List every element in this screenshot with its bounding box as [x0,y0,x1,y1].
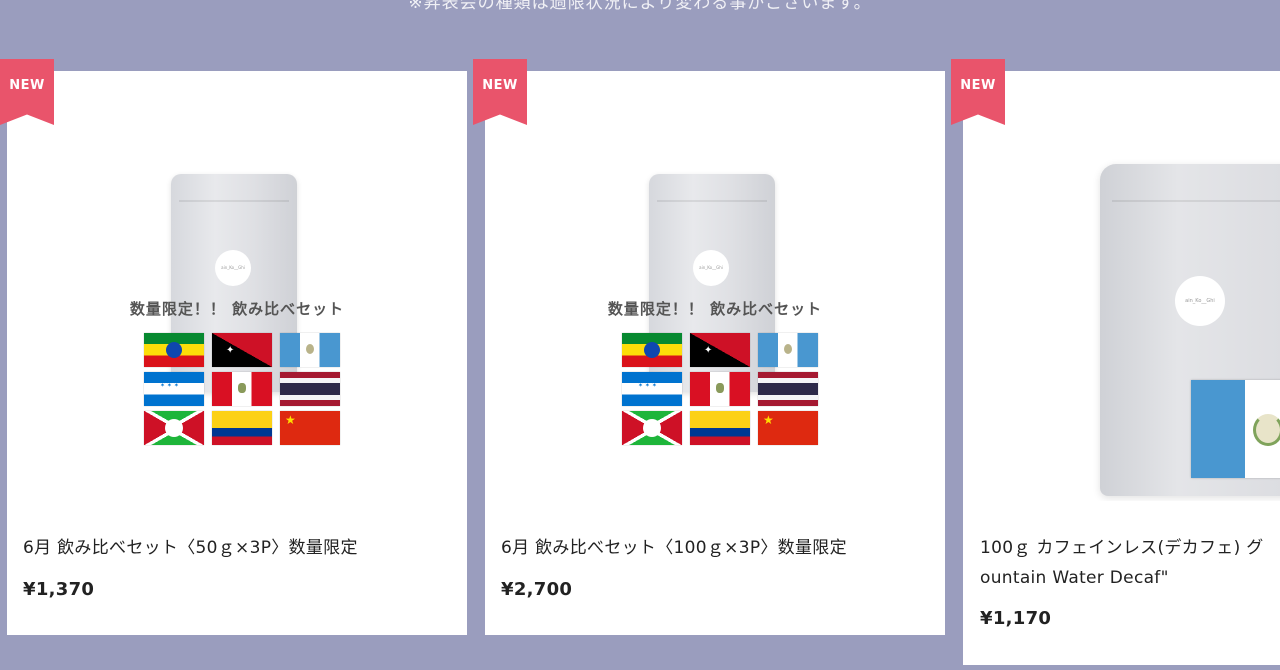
bag-logo: ain_Ko__Ghi [1175,276,1225,326]
honduras-flag [144,372,204,406]
product-name-link[interactable]: 6月 飲み比べセット〈100ｇ×3P〉数量限定 [501,533,935,563]
china-flag [280,411,340,445]
peru-flag [212,372,272,406]
bag-logo: ain_Ko__Ghi [693,250,729,286]
ethiopia-flag [622,333,682,367]
product-name-link[interactable]: 6月 飲み比べセット〈50ｇ×3P〉数量限定 [23,533,457,563]
image-set-title: 数量限定！！ 飲み比べセット [129,300,345,318]
peru-flag [690,372,750,406]
product-card[interactable]: NEW ain_Ko__Ghi 数量限定！！ 飲み比べセット 6月 飲み比べセッ… [473,59,945,635]
burundi-flag [144,411,204,445]
burundi-flag [622,411,682,445]
bag-logo: ain_Ko__Ghi [215,250,251,286]
origin-flags [144,333,340,445]
product-name-link[interactable]: 100ｇ カフェインレス(デカフェ) グ ountain Water Decaf… [980,533,1280,593]
product-image[interactable]: ain_Ko__Ghi [963,71,1280,501]
availability-notice: ※昇表会の種類は過限状況により変わる事がございます。 [408,0,872,13]
thailand-flag [280,372,340,406]
product-card[interactable]: NEW ain_Ko__Ghi 100ｇ カフェインレス(デカフェ) グ oun… [951,59,1280,665]
product-price: ¥1,370 [23,579,95,600]
product-card[interactable]: NEW ain_Ko__Ghi 数量限定！！ 飲み比べセット 6月 飲み比べセッ… [0,59,467,635]
honduras-flag [622,372,682,406]
guatemala-flag [1191,380,1280,478]
papua-new-guinea-flag [212,333,272,367]
colombia-flag [690,411,750,445]
guatemala-flag [758,333,818,367]
product-image[interactable]: ain_Ko__Ghi 数量限定！！ 飲み比べセット [485,71,945,501]
ethiopia-flag [144,333,204,367]
china-flag [758,411,818,445]
image-set-title: 数量限定！！ 飲み比べセット [607,300,823,318]
colombia-flag [212,411,272,445]
guatemala-flag [280,333,340,367]
origin-flags [622,333,818,445]
product-price: ¥2,700 [501,579,573,600]
thailand-flag [758,372,818,406]
papua-new-guinea-flag [690,333,750,367]
product-price: ¥1,170 [980,608,1052,629]
product-image[interactable]: ain_Ko__Ghi 数量限定！！ 飲み比べセット [7,71,467,501]
